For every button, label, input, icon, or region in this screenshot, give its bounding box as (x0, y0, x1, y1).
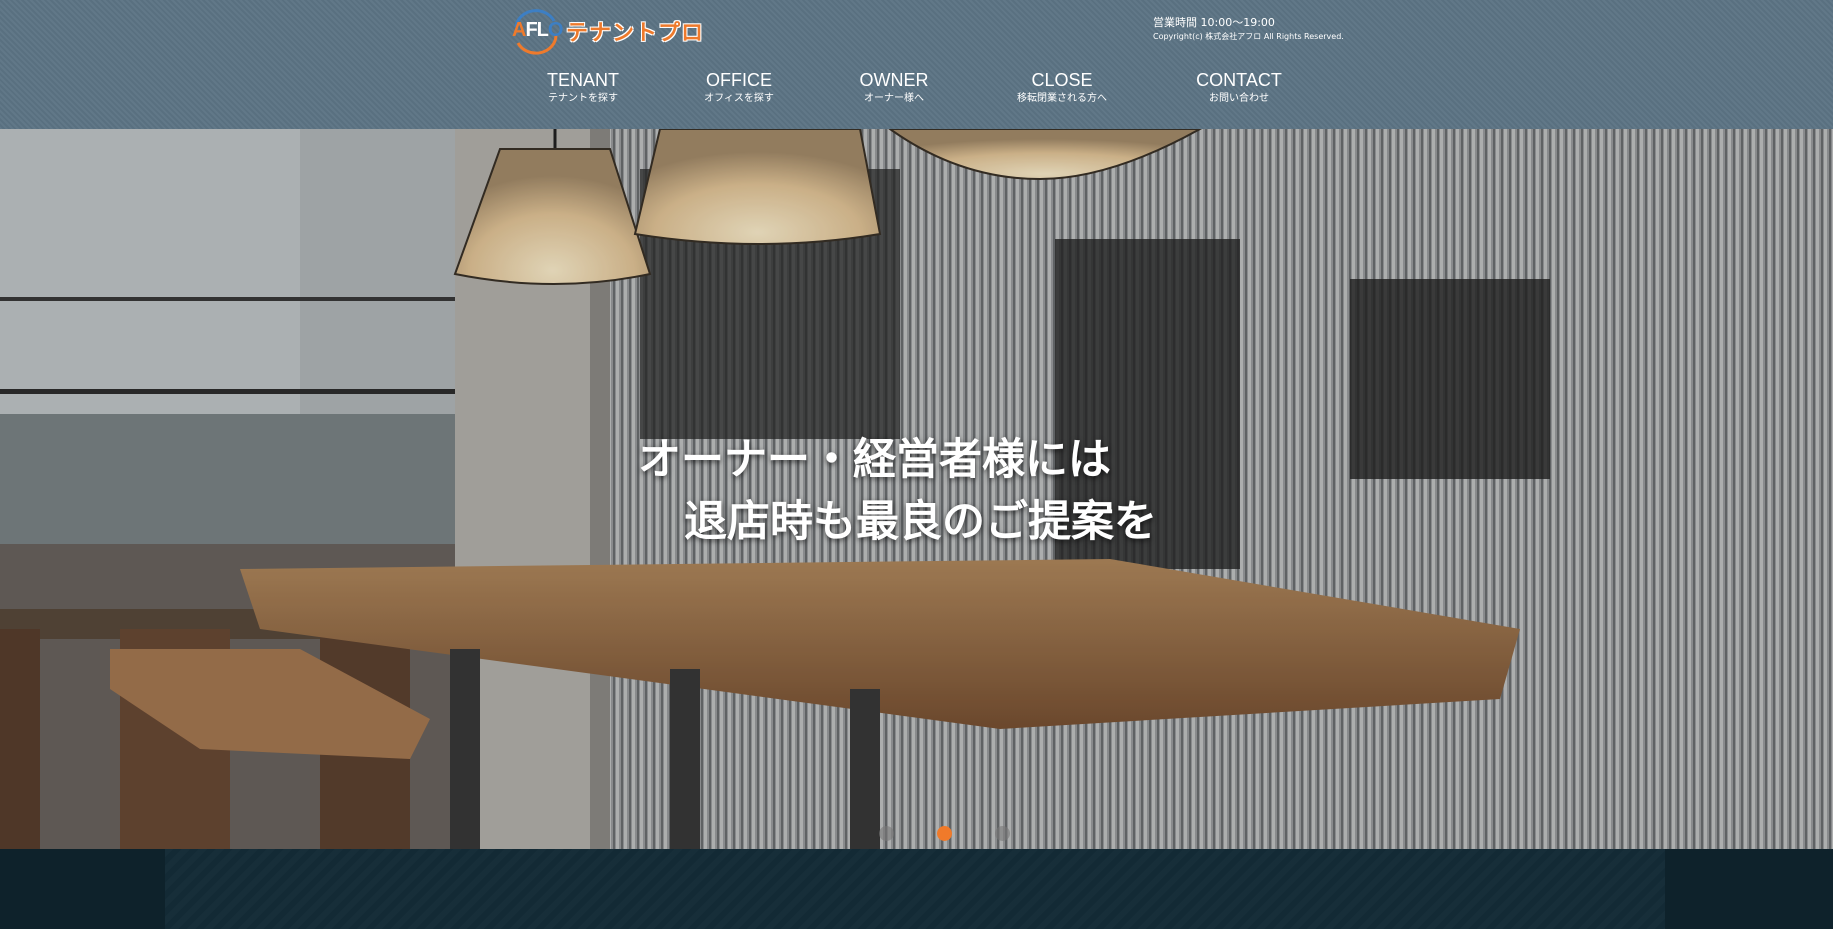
nav-item-close[interactable]: CLOSE 移転閉業される方へ (1017, 70, 1107, 105)
slider-pagination (0, 826, 1833, 846)
business-hours: 営業時間 10:00〜19:00 (1153, 16, 1275, 29)
slider-dot-2[interactable] (937, 826, 952, 841)
aflo-logo-mark: AFLO (510, 7, 563, 55)
slider-dot-1[interactable] (879, 826, 894, 841)
content-section (0, 849, 1833, 929)
nav-item-office[interactable]: OFFICE オフィスを探す (704, 70, 774, 105)
nav-item-sublabel: オーナー様へ (864, 93, 924, 104)
slider-dot-3[interactable] (995, 826, 1010, 841)
nav-item-sublabel: テナントを探す (548, 93, 618, 104)
nav-item-sublabel: オフィスを探す (704, 93, 774, 104)
nav-item-contact[interactable]: CONTACT お問い合わせ (1196, 70, 1282, 105)
nav-item-label: CLOSE (1031, 70, 1093, 90)
nav-item-tenant[interactable]: TENANT テナントを探す (547, 70, 619, 105)
hero-headline-line-1: オーナー・経営者様には (638, 435, 1111, 485)
site-header: AFLO テナントプロ 営業時間 10:00〜19:00 Copyright(c… (0, 0, 1833, 129)
site-logo[interactable]: AFLO テナントプロ (510, 6, 704, 56)
logo-mark-text: AFLO (512, 19, 563, 41)
hero-slider[interactable]: オーナー・経営者様には 退店時も最良のご提案を (0, 129, 1833, 849)
hero-headline-line-2: 退店時も最良のご提案を (684, 497, 1157, 547)
main-nav: TENANT テナントを探す OFFICE オフィスを探す OWNER オーナー… (0, 70, 1833, 110)
logo-name: テナントプロ (566, 21, 705, 46)
nav-item-sublabel: 移転閉業される方へ (1017, 93, 1107, 104)
nav-item-label: OWNER (859, 70, 929, 90)
nav-item-sublabel: お問い合わせ (1208, 93, 1269, 104)
copyright-text: Copyright(c) 株式会社アフロ All Rights Reserved… (1153, 32, 1344, 41)
nav-item-label: CONTACT (1196, 70, 1282, 90)
nav-item-owner[interactable]: OWNER オーナー様へ (860, 70, 929, 105)
nav-item-label: TENANT (547, 70, 619, 90)
content-section-panel (165, 849, 1665, 929)
nav-item-label: OFFICE (706, 70, 772, 90)
